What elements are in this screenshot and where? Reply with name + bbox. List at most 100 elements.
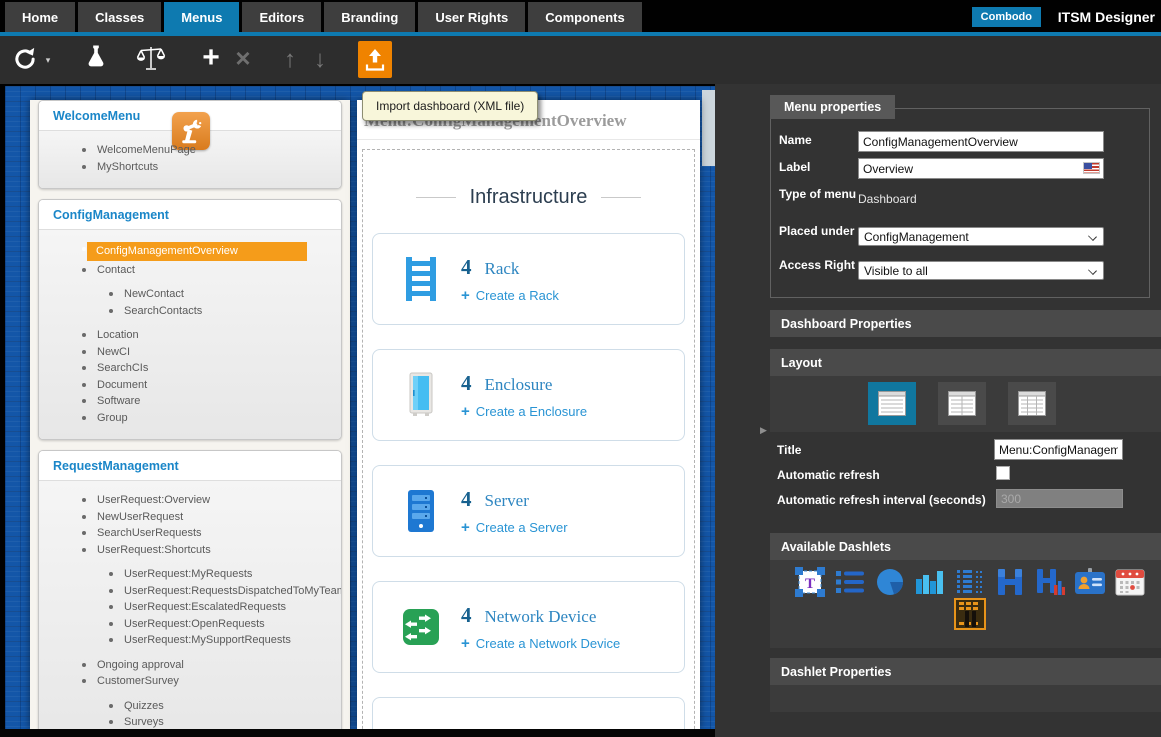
dashlet-badge-icon[interactable] [1074,566,1106,598]
layout-header[interactable]: Layout [770,349,1161,376]
move-down-button[interactable]: ↓ [306,36,334,84]
workspace-scrollbar[interactable] [702,90,715,166]
menu-tree-item[interactable]: Quizzes [39,698,341,715]
label-input[interactable] [858,158,1104,179]
dashlet-header-icon[interactable] [994,566,1026,598]
menu-tree-item[interactable]: UserRequest:Shortcuts [39,542,341,559]
panel-collapse-arrow-icon[interactable]: ▶ [760,425,767,436]
card-label[interactable]: Server [485,491,529,510]
card-create-link[interactable]: +Create a Rack [461,287,559,304]
dashlet-list-icon[interactable] [834,566,866,598]
card-create-link[interactable]: +Create a Server [461,519,568,536]
dashboard-properties-header[interactable]: Dashboard Properties [770,310,1161,337]
auto-refresh-checkbox[interactable] [996,466,1010,480]
menu-tree-item-label: UserRequest:Shortcuts [97,544,211,556]
summary-card[interactable]: 4 Enclosure +Create a Enclosure [372,349,685,441]
dashlet-header-with-chart-icon[interactable] [1034,566,1066,598]
menu-tree-item[interactable]: Contact [39,262,341,279]
dashlet-properties-area [770,685,1161,712]
summary-card[interactable]: 4 Server +Create a Server [372,465,685,557]
undo-dropdown-caret[interactable]: ▾ [42,36,54,84]
nav-tab[interactable]: Classes [78,2,161,32]
dashlet-pie-chart-icon[interactable] [874,566,906,598]
bullet-icon [82,498,86,502]
dashlet-properties-header[interactable]: Dashlet Properties [770,658,1161,685]
summary-card[interactable]: 4 Network Device +Create a Network Devic… [372,581,685,673]
menu-tree-item[interactable]: CustomerSurvey [39,673,341,690]
import-dashboard-button[interactable] [358,41,392,78]
card-count: 4 [461,255,472,279]
menu-tree-item[interactable]: Surveys [39,714,341,729]
access-right-select[interactable]: Visible to all [858,261,1104,280]
summary-card[interactable]: 4 Rack +Create a Rack [372,233,685,325]
chevron-down-icon [1088,232,1097,241]
menu-tree-item[interactable]: UserRequest:OpenRequests [39,616,341,633]
menu-tree-item[interactable]: UserRequest:EscalatedRequests [39,599,341,616]
menu-tree-item[interactable]: UserRequest:MySupportRequests [39,632,341,649]
menu-tree-item[interactable]: NewUserRequest [39,509,341,526]
menu-tree-item-label: Quizzes [124,700,164,712]
bullet-icon [109,589,113,593]
card-text: 4 Network Device +Create a Network Devic… [461,603,620,652]
menu-tree-item-label: Surveys [124,716,164,728]
dashlets-row: T [794,566,1146,598]
dashboard-canvas[interactable]: Infrastructure [362,149,695,729]
card-label[interactable]: Rack [485,259,520,278]
nav-tab[interactable]: Home [5,2,75,32]
dashlet-rack-units-icon[interactable] [954,598,986,630]
card-headline: 4 Network Device [461,603,620,628]
card-headline: 4 Server [461,487,568,512]
undo-button[interactable] [8,36,42,84]
compare-button[interactable] [132,36,170,84]
menu-tree-item[interactable]: NewContact [39,286,341,303]
menu-tree-item[interactable]: Ongoing approval [39,657,341,674]
test-button[interactable] [80,36,112,84]
dashlet-text-icon[interactable]: T [794,566,826,598]
menu-tree-item[interactable]: WelcomeMenuPage [39,142,341,159]
compare-scales-icon [135,44,167,77]
bullet-icon [109,572,113,576]
available-dashlets-header[interactable]: Available Dashlets [770,533,1161,560]
menu-group-title[interactable]: RequestManagement [39,451,341,481]
nav-tab[interactable]: Menus [164,2,239,32]
menu-tree-item[interactable]: SearchUserRequests [39,525,341,542]
move-up-button[interactable]: ↑ [276,36,304,84]
menu-tree-item[interactable]: Location [39,327,341,344]
menu-tree-item[interactable]: ConfigManagementOverview [39,241,341,262]
nav-tab[interactable]: Components [528,2,641,32]
nav-tab[interactable]: Branding [324,2,415,32]
menu-tree-item[interactable]: MyShortcuts [39,159,341,176]
menu-tree-item[interactable]: UserRequest:RequestsDispatchedToMyTeams [39,583,341,600]
nav-tab-label: Classes [95,10,144,25]
card-create-link[interactable]: +Create a Enclosure [461,403,587,420]
card-create-link[interactable]: +Create a Network Device [461,635,620,652]
dashlet-bar-chart-icon[interactable] [914,566,946,598]
menu-tree-item[interactable]: Document [39,377,341,394]
placed-under-select[interactable]: ConfigManagement [858,227,1104,246]
layout-two-column-button[interactable] [938,382,986,425]
menu-tree-item[interactable]: UserRequest:MyRequests [39,566,341,583]
name-input[interactable] [858,131,1104,152]
menu-group-title[interactable]: ConfigManagement [39,200,341,230]
menu-tree-item[interactable]: SearchContacts [39,303,341,320]
menu-tree-item[interactable]: Software [39,393,341,410]
nav-tab[interactable]: User Rights [418,2,525,32]
menu-tree-item-label: UserRequest:EscalatedRequests [124,601,286,613]
card-label[interactable]: Network Device [485,607,597,626]
summary-card-partial[interactable] [372,697,685,729]
menu-tree-item[interactable]: Group [39,410,341,427]
add-button[interactable]: + [196,36,226,84]
dashlet-grid-icon[interactable] [954,566,986,598]
nav-tab[interactable]: Editors [242,2,321,32]
dashboard-title-input[interactable] [994,439,1123,460]
layout-one-column-button[interactable] [868,382,916,425]
dashboard-cards: 4 Rack +Create a Rack [363,233,694,673]
delete-button[interactable]: × [228,36,258,84]
menu-tree-item[interactable]: NewCI [39,344,341,361]
us-flag-icon[interactable] [1083,162,1100,174]
menu-tree-item[interactable]: SearchCIs [39,360,341,377]
layout-three-column-button[interactable] [1008,382,1056,425]
card-label[interactable]: Enclosure [485,375,553,394]
dashlet-calendar-icon[interactable] [1114,566,1146,598]
menu-tree-item[interactable]: UserRequest:Overview [39,492,341,509]
